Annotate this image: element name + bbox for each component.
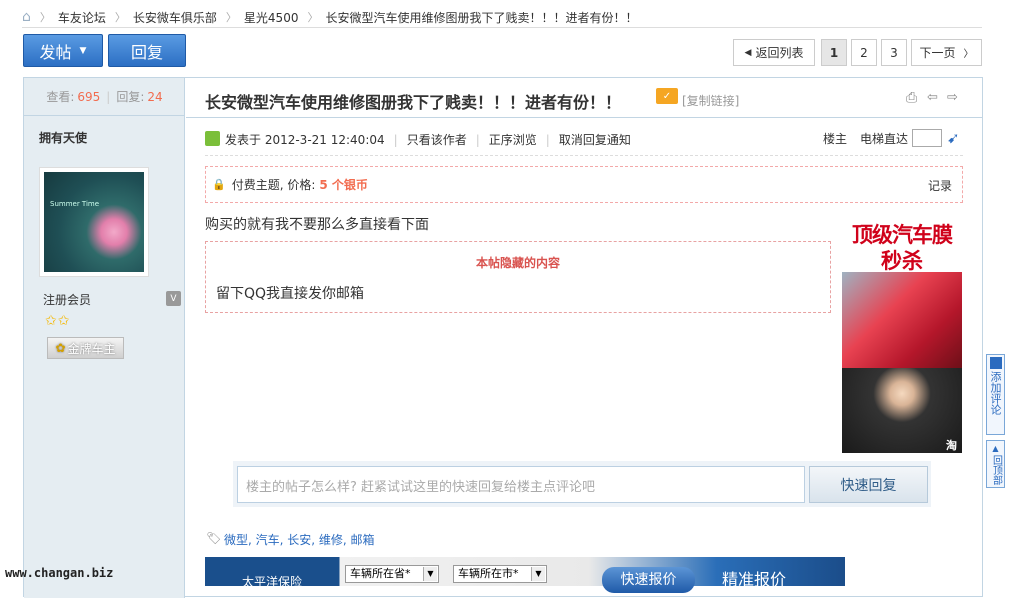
- meta-divider: |: [393, 132, 398, 147]
- quick-reply-input[interactable]: 楼主的帖子怎么样? 赶紧试试这里的快速回复给楼主点评论吧: [237, 466, 805, 503]
- stats-divider: |: [106, 89, 111, 104]
- order-browse-link[interactable]: 正序浏览: [489, 131, 537, 148]
- add-comment-button[interactable]: 添加评论: [986, 354, 1005, 435]
- quick-reply-button[interactable]: 快速回复: [809, 466, 928, 503]
- verified-icon: V: [166, 291, 181, 306]
- province-select[interactable]: 车辆所在省* ▼: [345, 565, 439, 583]
- go-arrow-icon[interactable]: ➹: [947, 129, 960, 147]
- cancel-notify-link[interactable]: 取消回复通知: [559, 131, 631, 148]
- back-to-top-label: 回顶部: [990, 455, 1002, 485]
- back-to-list-button[interactable]: ◀ 返回列表: [733, 39, 815, 66]
- next-page-label: 下一页: [919, 46, 956, 60]
- page-1-button[interactable]: 1: [821, 39, 847, 66]
- views-count: 695: [77, 89, 101, 104]
- ad-child-image[interactable]: [842, 368, 962, 453]
- page-title: 长安微型汽车使用维修图册我下了贱卖！！！进者有份！！: [205, 93, 622, 112]
- tag-list[interactable]: 微型, 汽车, 长安, 维修, 邮箱: [224, 531, 375, 548]
- author-name[interactable]: 拥有天使: [39, 129, 87, 146]
- post-date: 发表于 2012-3-21 12:40:04: [225, 133, 385, 147]
- chevron-down-icon: ▼: [79, 45, 87, 56]
- post-body: 购买的就有我不要那么多直接看下面: [205, 217, 429, 233]
- breadcrumb: ⌂ 〉 车友论坛 〉 长安微车俱乐部 〉 星光4500 〉 长安微型汽车使用维修…: [22, 6, 982, 28]
- back-to-list-label: 返回列表: [755, 46, 804, 60]
- breadcrumb-separator-icon: 〉: [307, 11, 319, 24]
- breadcrumb-separator-icon: 〉: [114, 11, 126, 24]
- site-watermark: www.changan.biz: [5, 566, 114, 580]
- dropdown-arrow-icon: ▼: [531, 567, 545, 581]
- chevron-left-icon: ◀: [744, 47, 752, 58]
- next-thread-icon[interactable]: ⇨: [947, 90, 958, 105]
- views-label: 查看:: [46, 90, 75, 104]
- floor-label: 楼主: [823, 132, 848, 146]
- new-post-button[interactable]: 发帖 ▼: [23, 34, 103, 67]
- hidden-content-title: 本帖隐藏的内容: [475, 256, 560, 270]
- quick-quote-button[interactable]: 快速报价: [602, 567, 695, 593]
- next-page-button[interactable]: 下一页 〉: [911, 39, 982, 66]
- taobao-icon: 淘: [946, 439, 957, 452]
- meta-divider: |: [475, 132, 480, 147]
- tag-icon: 🏷: [206, 531, 222, 545]
- meta-divider: |: [545, 132, 550, 147]
- paid-topic-price: 5 个银币: [319, 178, 368, 192]
- insurance-logo: 太平洋保险: [242, 575, 303, 589]
- replies-count: 24: [147, 89, 163, 104]
- add-comment-label: 添加评论: [989, 371, 1002, 415]
- dropdown-arrow-icon: ▼: [423, 567, 437, 581]
- breadcrumb-separator-icon: 〉: [225, 11, 237, 24]
- print-icon[interactable]: ⎙: [906, 90, 917, 106]
- lock-icon: 🔒: [212, 178, 226, 191]
- edit-icon: [989, 357, 1002, 369]
- avatar-text: Summer Time: [50, 200, 100, 208]
- back-to-top-button[interactable]: ▲ 回顶部: [986, 440, 1005, 488]
- ad-subheadline[interactable]: 秒杀: [842, 245, 962, 275]
- only-author-link[interactable]: 只看该作者: [407, 131, 467, 148]
- replies-label: 回复:: [116, 90, 145, 104]
- chevron-right-icon: 〉: [963, 49, 974, 60]
- gold-medal-badge[interactable]: ✿ 金牌车主: [47, 337, 124, 359]
- copy-link-icon[interactable]: ✓: [656, 88, 678, 104]
- medal-icon: ✿: [55, 341, 66, 355]
- new-post-label: 发帖: [39, 42, 72, 62]
- breadcrumb-board[interactable]: 星光4500: [244, 9, 299, 26]
- breadcrumb-club[interactable]: 长安微车俱乐部: [133, 9, 217, 26]
- breadcrumb-divider: [22, 27, 982, 28]
- home-icon[interactable]: ⌂: [22, 9, 31, 25]
- purchase-record-link[interactable]: 记录: [928, 177, 952, 194]
- precise-quote-label[interactable]: 精准报价: [722, 566, 786, 590]
- post-meta: 发表于 2012-3-21 12:40:04 | 只看该作者 | 正序浏览 | …: [225, 131, 631, 148]
- medal-label: 金牌车主: [67, 341, 116, 356]
- copy-link-button[interactable]: [复制链接]: [682, 92, 739, 109]
- up-arrow-icon: ▲: [992, 444, 999, 453]
- city-select-value: 车辆所在市*: [458, 567, 519, 580]
- hidden-content-text: 留下QQ我直接发你邮箱: [216, 286, 365, 302]
- breadcrumb-separator-icon: 〉: [39, 11, 51, 24]
- breadcrumb-forum[interactable]: 车友论坛: [58, 9, 106, 26]
- floor-jump-label: 电梯直达: [860, 132, 909, 146]
- avatar-image: Summer Time: [44, 172, 144, 272]
- province-select-value: 车辆所在省*: [350, 567, 411, 580]
- meta-divider-line: [205, 155, 963, 156]
- page-2-button[interactable]: 2: [851, 39, 877, 66]
- rank-stars-icon: ✩✩: [45, 313, 71, 329]
- previous-thread-icon[interactable]: ⇦: [927, 90, 938, 105]
- ad-car-image[interactable]: [842, 272, 962, 368]
- thread-stats: 查看: 695 | 回复: 24: [24, 78, 185, 116]
- avatar[interactable]: Summer Time: [39, 167, 149, 277]
- title-divider: [186, 117, 982, 118]
- author-role[interactable]: 注册会员: [43, 291, 91, 308]
- page-3-button[interactable]: 3: [881, 39, 907, 66]
- city-select[interactable]: 车辆所在市* ▼: [453, 565, 547, 583]
- floor-jump-input[interactable]: [912, 129, 942, 147]
- paid-topic-label: 付费主题, 价格:: [231, 178, 316, 192]
- paid-topic-box: 🔒 付费主题, 价格: 5 个银币 记录: [205, 166, 963, 203]
- breadcrumb-thread[interactable]: 长安微型汽车使用维修图册我下了贱卖！！！进者有份！！: [325, 9, 637, 26]
- reply-button[interactable]: 回复: [108, 34, 186, 67]
- online-status-icon: [205, 131, 220, 146]
